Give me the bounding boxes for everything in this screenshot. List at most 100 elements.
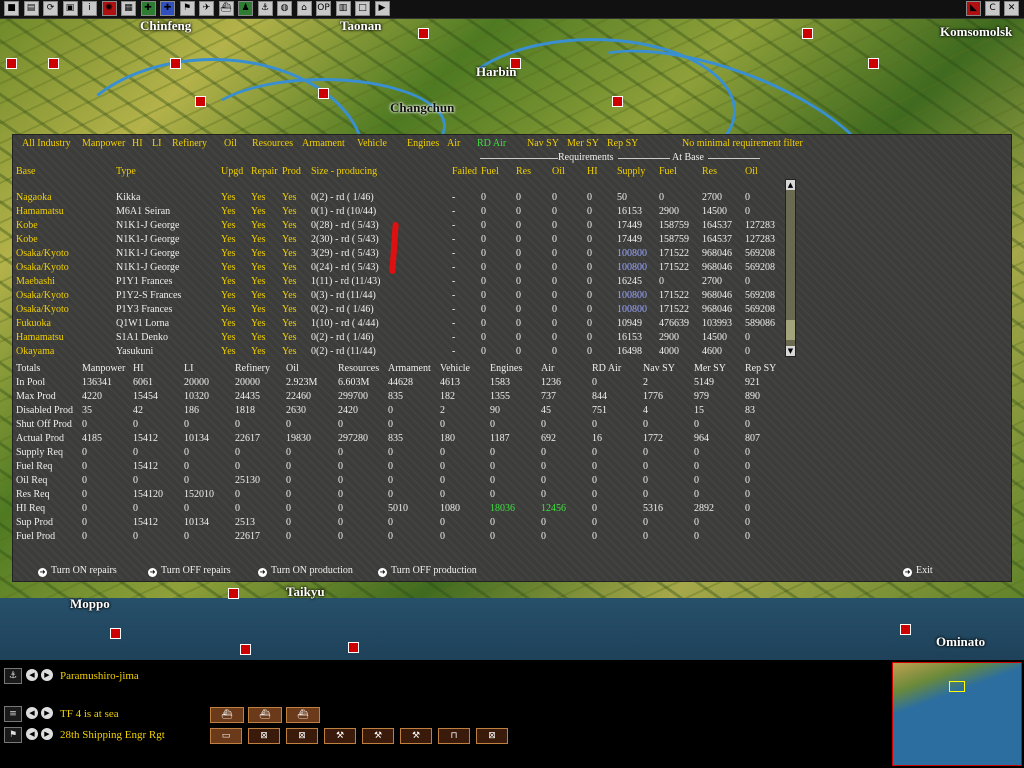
minimap[interactable] [892, 662, 1022, 766]
column-header[interactable]: Upgd [221, 166, 243, 178]
turn-on-production-button[interactable]: ➜ Turn ON production [258, 565, 353, 577]
base-marker[interactable] [195, 96, 206, 107]
ship-icon[interactable]: ⛴ [248, 707, 282, 723]
turn-off-production-button[interactable]: ➜ Turn OFF production [378, 565, 477, 577]
column-header[interactable]: Res [516, 166, 531, 178]
end-turn-icon[interactable]: ▶ [374, 1, 390, 16]
flag-icon[interactable]: ⚑ [4, 727, 22, 743]
column-header[interactable]: Supply [617, 166, 645, 178]
scroll-thumb[interactable] [786, 320, 795, 340]
column-header[interactable]: Res [702, 166, 717, 178]
menu-icon[interactable]: ■ [4, 1, 19, 16]
industry-icon[interactable]: ▥ [335, 1, 351, 16]
base-marker[interactable] [348, 642, 359, 653]
filter-oil[interactable]: Oil [224, 138, 237, 150]
base-marker[interactable] [6, 58, 17, 69]
filter-engines[interactable]: Engines [407, 138, 439, 150]
op-icon[interactable]: OP [316, 1, 331, 16]
window-icon[interactable]: □ [355, 1, 370, 16]
filter-all-industry[interactable]: All Industry [22, 138, 71, 150]
scroll-down-icon[interactable]: ▼ [786, 346, 795, 356]
prev-arrow-icon[interactable]: ◀ [26, 707, 38, 719]
c-icon[interactable]: C [985, 1, 1000, 16]
next-arrow-icon[interactable]: ▶ [41, 707, 53, 719]
anchor-icon[interactable]: ⚓ [4, 668, 22, 684]
filter-li[interactable]: LI [152, 138, 161, 150]
column-header[interactable]: HI [587, 166, 598, 178]
aircraft-icon[interactable]: ✈ [199, 1, 214, 16]
base-marker[interactable] [418, 28, 429, 39]
turn-off-repairs-button[interactable]: ➜ Turn OFF repairs [148, 565, 231, 577]
column-header[interactable]: Fuel [481, 166, 499, 178]
unit-name[interactable]: 28th Shipping Engr Rgt [60, 729, 165, 741]
column-header[interactable]: Repair [251, 166, 278, 178]
filter-hi[interactable]: HI [132, 138, 143, 150]
column-header[interactable]: Size - producing [311, 166, 377, 178]
task-force-icon[interactable]: ≡ [4, 706, 22, 722]
task-force-status[interactable]: TF 4 is at sea [60, 708, 119, 720]
engineer-unit-icon[interactable]: ⚒ [324, 728, 356, 744]
base-marker[interactable] [802, 28, 813, 39]
engineer-unit-icon[interactable]: ⚒ [400, 728, 432, 744]
construction-unit-icon[interactable]: ⊓ [438, 728, 470, 744]
column-header[interactable]: Oil [745, 166, 758, 178]
flag-icon[interactable]: ⚑ [179, 1, 195, 16]
filter-resources[interactable]: Resources [252, 138, 293, 150]
rising-sun-icon[interactable]: ✺ [101, 1, 117, 16]
base-marker[interactable] [868, 58, 879, 69]
prev-arrow-icon[interactable]: ◀ [26, 669, 38, 681]
column-header[interactable]: Type [116, 166, 136, 178]
scroll-up-icon[interactable]: ▲ [786, 180, 795, 190]
infantry-unit-icon[interactable]: ⊠ [476, 728, 508, 744]
column-header[interactable]: Base [16, 166, 35, 178]
intel-icon[interactable]: ▤ [23, 1, 39, 16]
table-scrollbar[interactable]: ▲ ▼ [785, 179, 796, 357]
ship-icon[interactable]: ⛴ [210, 707, 244, 723]
close-icon[interactable]: ✕ [1004, 1, 1019, 16]
base-marker[interactable] [612, 96, 623, 107]
filter-nav-sy[interactable]: Nav SY [527, 138, 559, 150]
fleet-icon[interactable]: ⚓ [257, 1, 273, 16]
filter-rd-air[interactable]: RD Air [477, 138, 506, 150]
filter-vehicle[interactable]: Vehicle [357, 138, 387, 150]
infantry-unit-icon[interactable]: ⊠ [286, 728, 318, 744]
side-flag-icon[interactable]: ◣ [966, 1, 981, 16]
filter-refinery[interactable]: Refinery [172, 138, 207, 150]
army-icon[interactable]: ✚ [140, 1, 156, 16]
soldier-icon[interactable]: ♟ [238, 1, 253, 16]
base-marker[interactable] [900, 624, 911, 635]
filter-mer-sy[interactable]: Mer SY [567, 138, 599, 150]
base-icon[interactable]: ⌂ [296, 1, 312, 16]
column-header[interactable]: Fuel [659, 166, 677, 178]
info-icon[interactable]: i [82, 1, 97, 16]
filter-air[interactable]: Air [447, 138, 460, 150]
base-marker[interactable] [48, 58, 59, 69]
save-icon[interactable]: ▣ [62, 1, 78, 16]
minimap-viewport[interactable] [949, 681, 965, 692]
base-marker[interactable] [228, 588, 239, 599]
base-marker[interactable] [110, 628, 121, 639]
ship-icon[interactable]: ⛴ [286, 707, 320, 723]
list-icon[interactable]: ▦ [121, 1, 136, 16]
engineer-unit-icon[interactable]: ▭ [210, 728, 242, 744]
column-header[interactable]: Failed [452, 166, 477, 178]
filter-rep-sy[interactable]: Rep SY [607, 138, 638, 150]
next-arrow-icon[interactable]: ▶ [41, 728, 53, 740]
base-marker[interactable] [240, 644, 251, 655]
column-header[interactable]: Oil [552, 166, 565, 178]
base-marker[interactable] [318, 88, 329, 99]
prev-arrow-icon[interactable]: ◀ [26, 728, 38, 740]
column-header[interactable]: Prod [282, 166, 301, 178]
filter-armament[interactable]: Armament [302, 138, 345, 150]
base-marker[interactable] [170, 58, 181, 69]
base-marker[interactable] [510, 58, 521, 69]
exit-button[interactable]: ➜ Exit [903, 565, 933, 577]
engineer-unit-icon[interactable]: ⚒ [362, 728, 394, 744]
next-arrow-icon[interactable]: ▶ [41, 669, 53, 681]
base-name[interactable]: Paramushiro-jima [60, 670, 139, 682]
navy-icon[interactable]: ✚ [160, 1, 175, 16]
filter-no-minimal-requirement-filter[interactable]: No minimal requirement filter [682, 138, 803, 150]
port-unit-icon[interactable]: ⊠ [248, 728, 280, 744]
cycle-icon[interactable]: ⟳ [43, 1, 58, 16]
ship-icon[interactable]: ⛴ [218, 1, 234, 16]
